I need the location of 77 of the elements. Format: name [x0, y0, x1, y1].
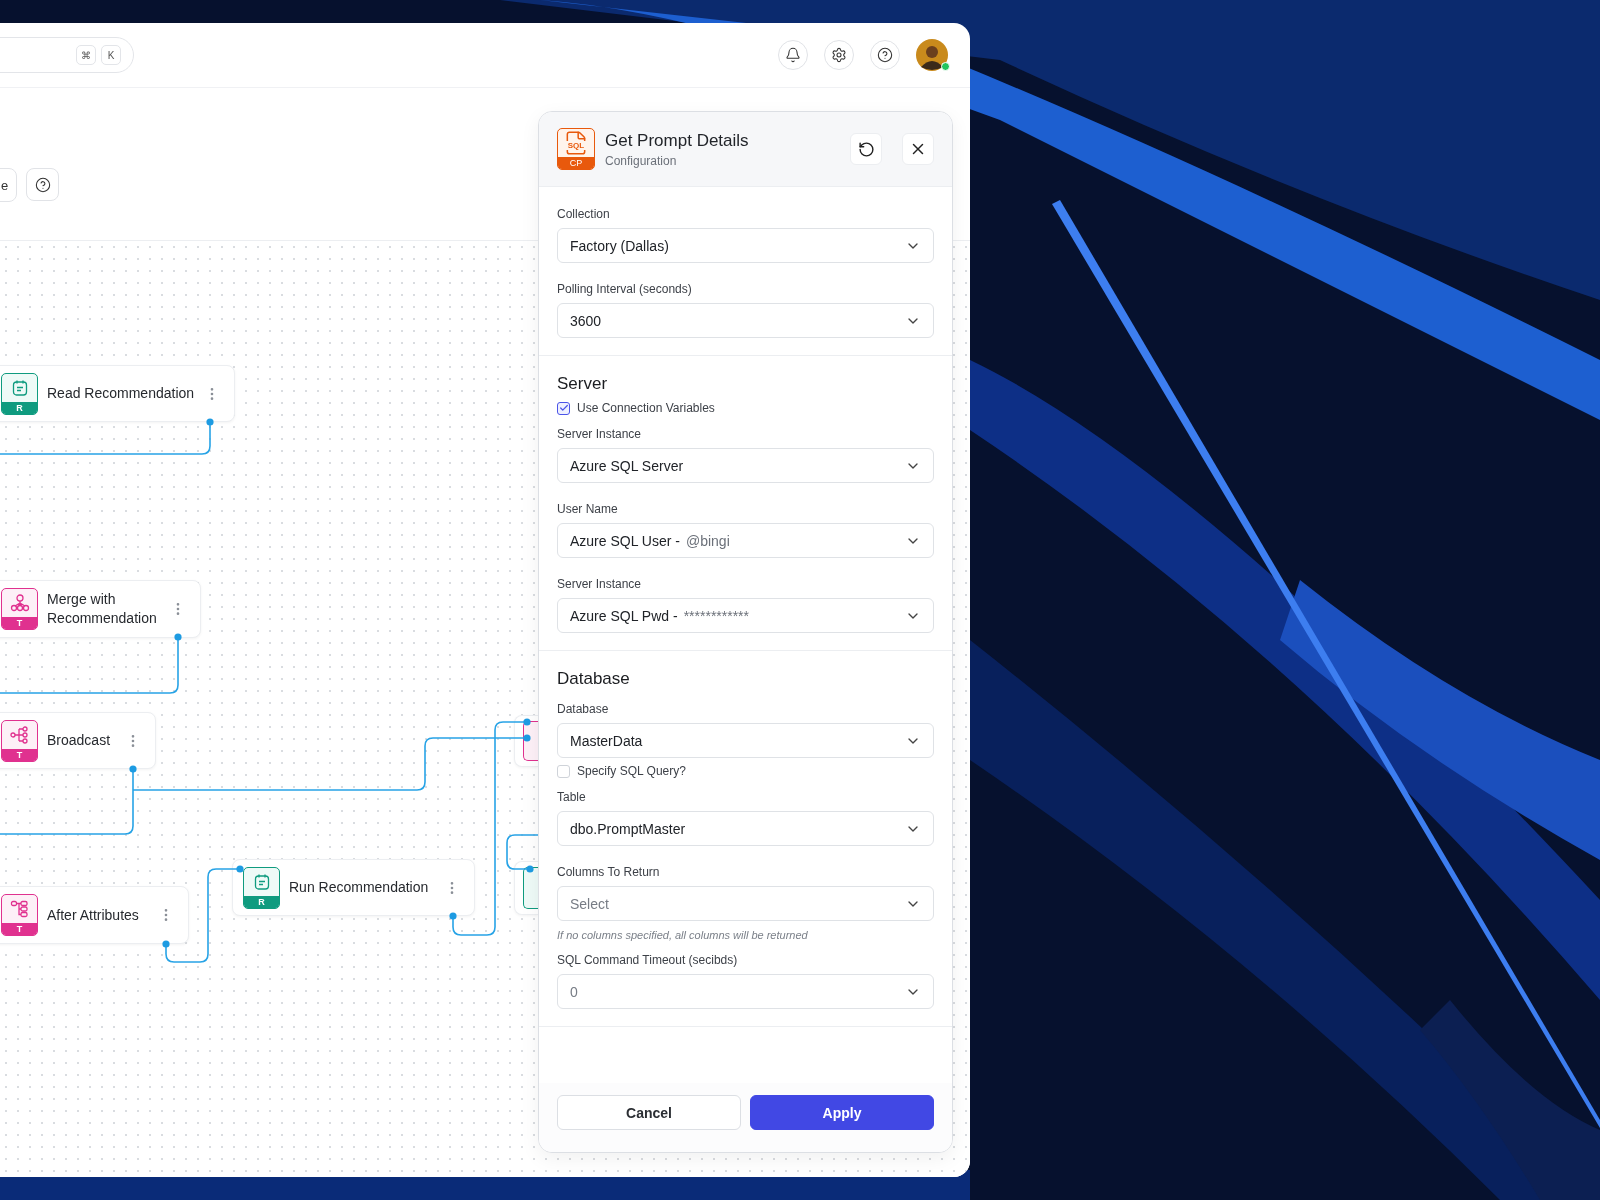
- bell-icon: [785, 47, 801, 63]
- node-label: Merge with Recommendation: [47, 590, 158, 628]
- panel-subtitle: Configuration: [605, 153, 678, 168]
- node-card[interactable]: [514, 861, 538, 915]
- select-field[interactable]: dbo.PromptMaster: [557, 811, 934, 846]
- node-card[interactable]: T Merge with Recommendation: [0, 580, 201, 638]
- checkbox[interactable]: [557, 401, 570, 415]
- settings-icon: [831, 47, 847, 63]
- select-field[interactable]: Azure SQL User - @bingi: [557, 523, 934, 558]
- hierarchy-icon: [9, 594, 30, 612]
- node-label: Read Recommendation: [47, 384, 195, 403]
- section-heading: Database: [557, 668, 631, 690]
- port-dot: [236, 865, 244, 873]
- shortcut-key: K: [101, 45, 121, 65]
- port-dot: [129, 765, 137, 773]
- notepad-icon: [252, 872, 271, 891]
- select-field[interactable]: Factory (Dallas): [557, 228, 934, 263]
- port-dot: [523, 718, 531, 726]
- field-label: User Name: [557, 502, 619, 517]
- node-type-icon: [523, 867, 538, 909]
- helper-text: If no columns specified, all columns will be returned: [557, 929, 809, 941]
- port-dot: [449, 912, 457, 920]
- attributes-icon: [9, 900, 30, 918]
- field-label: Collection: [557, 207, 611, 222]
- field-label: Columns To Return: [557, 865, 661, 880]
- node-type-icon: R: [243, 866, 280, 909]
- select-field[interactable]: MasterData: [557, 723, 934, 758]
- reset-icon: [857, 140, 875, 158]
- reset-button[interactable]: [850, 133, 882, 165]
- port-dot: [162, 940, 170, 948]
- select-field[interactable]: Azure SQL Pwd - ************: [557, 598, 934, 633]
- node-type-icon: T: [1, 894, 38, 936]
- field-label: Server Instance: [557, 427, 643, 442]
- help-button[interactable]: [26, 168, 60, 201]
- node-card[interactable]: T After Attributes: [0, 886, 189, 944]
- panel-title: Get Prompt Details: [605, 130, 750, 151]
- help-button[interactable]: [870, 40, 900, 70]
- node-card[interactable]: R Read Recommendation: [0, 365, 235, 422]
- shortcut-key: ⌘: [76, 45, 96, 65]
- node-label: Run Recommendation: [289, 878, 430, 897]
- help-icon: [34, 176, 51, 193]
- avatar[interactable]: [916, 39, 948, 71]
- node-type-icon: R: [1, 372, 38, 415]
- branch-icon: [9, 725, 30, 744]
- settings-button[interactable]: [824, 40, 854, 70]
- port-dot: [526, 865, 534, 873]
- port-dot: [174, 633, 182, 641]
- cancel-button[interactable]: Cancel: [557, 1095, 741, 1130]
- close-button[interactable]: [902, 133, 934, 165]
- help-icon: [877, 47, 893, 63]
- port-dot: [523, 734, 531, 742]
- field-label: Database: [557, 702, 610, 717]
- checkbox-label: Use Connection Variables: [577, 401, 715, 415]
- field-label: Server Instance: [557, 577, 643, 592]
- select-field[interactable]: 0: [557, 974, 934, 1009]
- notepad-icon: [10, 378, 29, 397]
- port-dot: [206, 418, 214, 426]
- node-label: After Attributes: [47, 905, 140, 925]
- section-heading: Server: [557, 373, 609, 395]
- node-type-icon: T: [1, 588, 38, 630]
- select-field[interactable]: Azure SQL Server: [557, 448, 934, 483]
- node-type-icon: T: [1, 719, 38, 762]
- field-label: Polling Interval (seconds): [557, 282, 693, 297]
- select-field[interactable]: 3600: [557, 303, 934, 338]
- field-label: SQL Command Timeout (secibds): [557, 953, 739, 968]
- notifications-button[interactable]: [778, 40, 808, 70]
- sql-file-icon: SQL CP: [557, 128, 595, 170]
- apply-button[interactable]: Apply: [750, 1095, 934, 1130]
- node-card[interactable]: T Broadcast: [0, 712, 156, 769]
- node-label: Broadcast: [47, 731, 112, 750]
- node-card[interactable]: [514, 715, 538, 767]
- toolbar-button[interactable]: e: [0, 168, 18, 202]
- field-label: Table: [557, 790, 587, 805]
- node-card[interactable]: R Run Recommendation: [232, 859, 475, 916]
- select-field[interactable]: Select: [557, 886, 934, 921]
- check-icon: [558, 403, 569, 413]
- checkbox-label: Specify SQL Query?: [577, 764, 686, 778]
